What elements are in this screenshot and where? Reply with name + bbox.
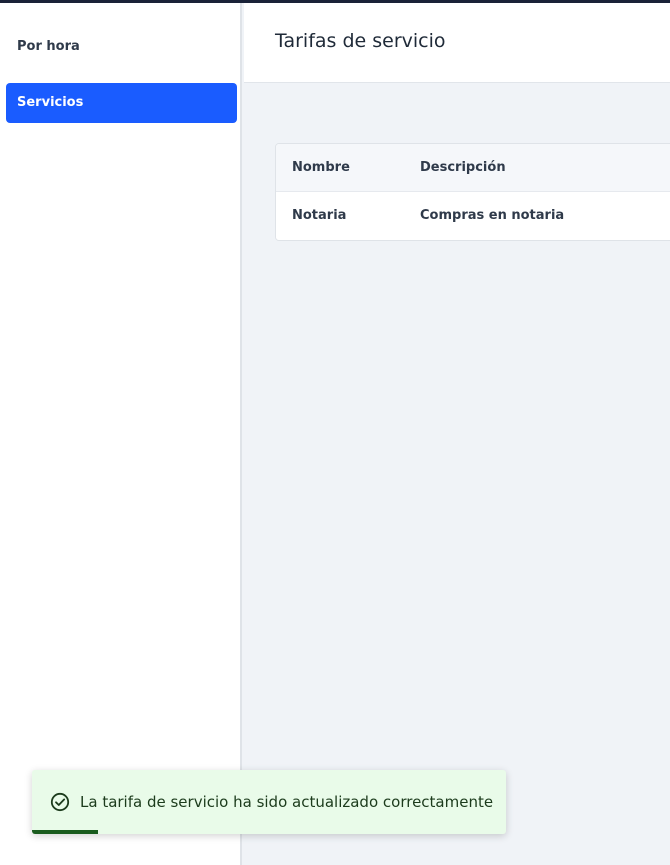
toast-message: La tarifa de servicio ha sido actualizad…: [80, 793, 494, 811]
sidebar: Por hora Servicios: [0, 3, 242, 865]
column-header-nombre[interactable]: Nombre: [292, 144, 350, 192]
page-title: Tarifas de servicio: [275, 30, 446, 52]
check-circle-icon: [50, 792, 70, 812]
toast-progress-track: [32, 830, 506, 834]
toast-progress-bar: [32, 830, 99, 834]
rates-table: Nombre Descripción Notaria Compras en no…: [275, 143, 670, 241]
table-row[interactable]: Notaria Compras en notaria: [276, 192, 670, 240]
cell-nombre: Notaria: [292, 208, 347, 223]
sidebar-item-servicios[interactable]: Servicios: [6, 83, 237, 123]
page-header: Tarifas de servicio: [244, 3, 670, 83]
sidebar-item-por-hora[interactable]: Por hora: [6, 27, 237, 67]
column-header-descripcion[interactable]: Descripción: [420, 144, 506, 192]
table-header: Nombre Descripción: [276, 144, 670, 192]
success-toast[interactable]: La tarifa de servicio ha sido actualizad…: [32, 770, 506, 834]
cell-descripcion: Compras en notaria: [420, 208, 565, 223]
